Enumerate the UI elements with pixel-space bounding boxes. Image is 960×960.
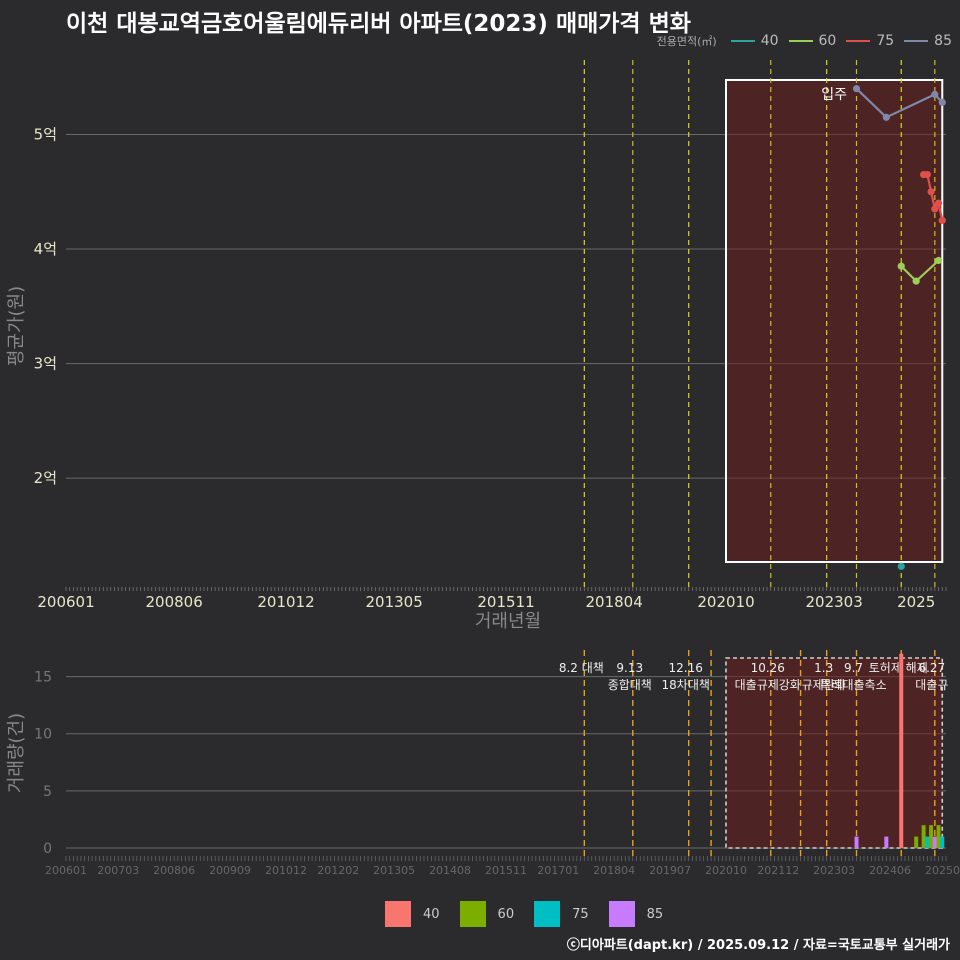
x-minor-ticks [65,856,947,861]
bottom-legend-label: 60 [497,906,515,922]
bottom-legend-item-60: 60 [459,901,515,927]
data-point-60 [897,262,905,270]
y-tick-label: 5억 [34,125,57,143]
y-axis-label: 거래량(건) [6,713,27,793]
x-tick-label: 200909 [209,864,251,877]
bar-85 [932,836,937,848]
policy-label: 10.26 [751,661,785,675]
policy-label: 8.2 대책 [559,660,604,675]
x-tick-label: 2025 [897,593,935,611]
data-point-75 [927,188,935,196]
y-axis-label: 평균가(원) [6,286,27,366]
policy-label: 종합대책 [608,677,652,692]
bottom-legend-item-40: 40 [385,901,440,927]
x-tick-label: 201804 [586,593,643,611]
x-tick-label: 201305 [366,593,423,611]
y-tick-label: 10 [34,727,52,743]
x-tick-label: 200806 [146,593,203,611]
x-tick-label: 201907 [649,864,691,877]
policy-label: 대출규제강화 [735,678,801,692]
data-point-40 [897,562,905,570]
x-tick-label: 200703 [97,864,139,877]
bar-60 [914,836,919,848]
data-point-60 [912,277,920,285]
data-point-85 [852,85,861,93]
x-minor-ticks [65,587,947,591]
x-tick-label: 201012 [257,593,314,611]
bar-60 [921,825,926,848]
y-tick-label: 4억 [34,240,57,258]
bottom-legend-swatch [608,901,635,927]
x-tick-label: 202303 [806,593,863,611]
bar-85 [854,836,859,848]
x-tick-label: 201511 [485,864,527,877]
bar-75 [925,836,930,848]
policy-label: 18차대책 [662,677,710,692]
bar-75 [940,836,945,848]
bar-60 [929,825,934,848]
footer-credit: ⓒ디아파트(dapt.kr) / 2025.09.12 / 자료=국토교통부 실… [566,938,950,953]
x-tick-label: 201202 [317,864,359,877]
chart-canvas: 2억 3억 4억 5억 200601 200806 201012 201305 201511 20… [6,60,960,877]
x-tick-label: 202010 [705,864,747,877]
x-tick-label: 202406 [869,864,911,877]
policy-label: 1.3 [814,661,833,675]
bottom-legend-swatch [385,901,411,927]
x-tick-label: 200601 [37,593,94,611]
x-tick-label: 201511 [477,593,534,611]
x-tick-label: 201408 [429,864,471,877]
y-tick-label: 3억 [34,355,57,373]
data-point-75 [938,216,946,225]
policy-label: 특례대출축소 [820,678,886,692]
x-axis-label: 거래년월 [475,611,541,632]
data-point-75 [923,170,931,179]
bottom-legend: 40 60 75 85 [385,901,683,927]
data-point-85 [938,98,946,107]
x-tick-label: 201804 [593,864,635,877]
x-tick-label: 201305 [373,864,415,877]
y-tick-label: 15 [34,670,52,686]
bottom-legend-item-75: 75 [534,901,589,927]
policy-label: 9.13 [616,661,643,675]
data-point-75 [934,199,943,207]
policy-label: 대출규 [915,678,948,692]
bottom-legend-label: 75 [572,906,589,922]
bottom-legend-swatch [534,901,561,927]
bottom-legend-label: 85 [646,906,664,922]
y-tick-label: 0 [43,841,52,857]
x-tick-label: 200806 [153,864,195,877]
x-tick-label: 202010 [697,593,754,611]
data-point-85 [931,90,939,98]
data-point-60 [934,256,943,265]
bar-60 [936,825,941,848]
highlight-box [725,79,944,563]
bottom-legend-swatch [459,901,486,927]
x-tick-label: 201012 [265,864,307,877]
x-tick-label: 201701 [537,864,579,877]
x-tick-label: 202303 [813,864,855,877]
bar-40 [899,653,904,848]
policy-label: 9.7 [844,661,863,675]
bottom-legend-label: 40 [423,906,440,922]
annotation-label: 입주 [821,87,847,103]
x-tick-label: 202509 [925,864,960,877]
data-point-85 [882,113,890,121]
y-tick-label: 5 [43,784,52,800]
policy-label: 12.16 [669,661,703,675]
bottom-legend-item-85: 85 [608,901,664,927]
x-tick-label: 202112 [757,864,799,877]
y-tick-label: 2억 [34,469,57,487]
bar-85 [884,836,889,848]
policy-label: 6.27 [918,661,945,675]
x-tick-label: 200601 [45,864,87,877]
